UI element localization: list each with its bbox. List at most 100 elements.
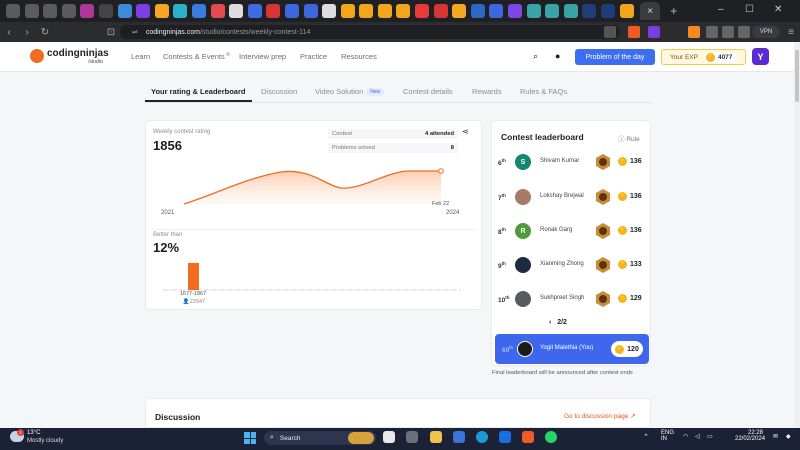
your-avatar[interactable]	[517, 341, 533, 357]
tab-rating-leaderboard[interactable]: Your rating & Leaderboard	[151, 87, 245, 96]
pinned-tab[interactable]	[117, 4, 132, 18]
share-icon[interactable]: ⋖	[462, 127, 469, 136]
pinned-tab[interactable]	[173, 4, 188, 18]
tab-rules-faqs[interactable]: Rules & FAQs	[520, 87, 567, 96]
pinned-tab[interactable]	[582, 4, 597, 18]
brave-browser-icon[interactable]	[522, 431, 534, 443]
extensions-icon[interactable]	[706, 26, 718, 38]
wallet-icon[interactable]	[738, 26, 750, 38]
user-avatar[interactable]: Y	[752, 48, 769, 65]
pinned-tab[interactable]	[433, 4, 448, 18]
url-field[interactable]: ⇌ codingninjas.com/studio/contests/weekl…	[120, 25, 620, 39]
pinned-tab[interactable]	[24, 4, 39, 18]
rule-link[interactable]: ⓘ Rule	[618, 133, 640, 143]
pinned-tab[interactable]	[43, 4, 58, 18]
leaderboard-row[interactable]: 8th R Ronak Garg ⚡ 136	[498, 221, 648, 241]
edge-icon[interactable]	[476, 431, 488, 443]
tab-rewards[interactable]: Rewards	[472, 87, 502, 96]
pinned-tab[interactable]	[526, 4, 541, 18]
go-to-discussion-link[interactable]: Go to discussion page ↗	[564, 412, 636, 420]
nav-resources[interactable]: Resources	[341, 52, 377, 61]
pinned-tab[interactable]	[210, 4, 225, 18]
pinned-tab[interactable]	[303, 4, 318, 18]
exp-badge[interactable]: Your EXP ⚡ 4077	[661, 49, 746, 65]
pinned-tab[interactable]	[284, 4, 299, 18]
user-bucket-bar[interactable]	[188, 263, 199, 290]
avatar[interactable]	[515, 291, 531, 307]
scrollbar-thumb[interactable]	[795, 50, 799, 102]
pinned-tab[interactable]	[191, 4, 206, 18]
search-icon[interactable]: ⌕	[533, 51, 538, 62]
pinned-tab[interactable]	[154, 4, 169, 18]
sidebar-icon[interactable]	[722, 26, 734, 38]
leaderboard-row[interactable]: 6th S Shivam Kumar ⚡ 136	[498, 152, 648, 172]
vscode-icon[interactable]	[499, 431, 511, 443]
tab-video-solution[interactable]: Video Solution New	[315, 87, 385, 96]
active-tab-close-icon[interactable]: ×	[640, 2, 661, 20]
pinned-tab[interactable]	[340, 4, 355, 18]
widgets-icon[interactable]	[406, 431, 418, 443]
pinned-tab[interactable]	[489, 4, 504, 18]
pinned-tab[interactable]	[98, 4, 113, 18]
pinned-tab[interactable]	[229, 4, 244, 18]
language-indicator[interactable]: ENG IN	[661, 430, 674, 442]
notification-icon[interactable]: ✉	[773, 433, 778, 440]
prev-page-icon[interactable]: ‹	[549, 319, 551, 326]
vpn-button[interactable]: VPN	[752, 26, 780, 38]
pinned-tab[interactable]	[415, 4, 430, 18]
window-minimize-icon[interactable]: –	[718, 4, 724, 15]
nav-learn[interactable]: Learn	[131, 52, 150, 61]
pinned-tab[interactable]	[61, 4, 76, 18]
share-icon[interactable]	[604, 26, 616, 38]
new-tab-button[interactable]: +	[670, 4, 677, 18]
clock[interactable]: 22:28 22/02/2024	[735, 430, 765, 442]
menu-icon[interactable]: ≡	[782, 27, 800, 38]
avatar[interactable]: S	[515, 154, 531, 170]
pinned-tab[interactable]	[80, 4, 95, 18]
tray-overflow-icon[interactable]: ⌃	[643, 433, 649, 441]
rating-last-point[interactable]	[438, 168, 444, 174]
problem-of-the-day-button[interactable]: Problem of the day	[575, 49, 655, 65]
your-rank-row[interactable]: 69th Yogit Malethia (You) ⚡ 120	[495, 334, 649, 364]
file-explorer-icon[interactable]	[430, 431, 442, 443]
battery-icon[interactable]: ▭	[707, 433, 713, 440]
logo-text[interactable]: codingninjas	[47, 48, 109, 59]
metamask-icon[interactable]	[688, 26, 700, 38]
nav-interview-prep[interactable]: Interview prep	[239, 52, 286, 61]
pinned-tab[interactable]	[136, 4, 151, 18]
pinned-tab[interactable]	[322, 4, 337, 18]
pinned-tab[interactable]	[6, 4, 20, 18]
whatsapp-icon[interactable]	[545, 431, 557, 443]
leaderboard-row[interactable]: 10th Sukhpreet Singh ⚡ 129	[498, 289, 648, 309]
pinned-tab[interactable]	[377, 4, 392, 18]
nav-contests-events[interactable]: Contests & Events	[163, 52, 230, 61]
pinned-tab[interactable]	[601, 4, 615, 18]
store-icon[interactable]	[453, 431, 465, 443]
windows-start-icon[interactable]	[244, 432, 256, 444]
tab-contest-details[interactable]: Contest details	[403, 87, 453, 96]
window-maximize-icon[interactable]: ☐	[745, 4, 754, 15]
avatar[interactable]	[515, 257, 531, 273]
volume-icon[interactable]: ◁	[695, 433, 700, 440]
pinned-tab[interactable]	[508, 4, 523, 18]
pinned-tab[interactable]	[470, 4, 485, 18]
wifi-icon[interactable]: ◠	[683, 433, 688, 440]
avatar[interactable]: R	[515, 223, 531, 239]
nav-practice[interactable]: Practice	[300, 52, 327, 61]
brave-rewards-icon[interactable]	[648, 26, 660, 38]
pinned-tab[interactable]	[247, 4, 262, 18]
notification-bell-icon[interactable]: ●	[555, 51, 560, 61]
pinned-tab[interactable]	[396, 4, 411, 18]
leaderboard-row[interactable]: 9th Xianming Zhong ⚡ 133	[498, 255, 648, 275]
reload-icon[interactable]: ↻	[36, 27, 54, 38]
pinned-tab[interactable]	[619, 4, 634, 18]
pinned-tab[interactable]	[452, 4, 467, 18]
task-view-icon[interactable]	[383, 431, 395, 443]
forward-icon[interactable]: ›	[18, 27, 36, 38]
pinned-tab[interactable]	[563, 4, 578, 18]
coding-ninjas-logo-icon[interactable]	[30, 49, 44, 63]
copilot-icon[interactable]: ◆	[786, 433, 791, 440]
avatar[interactable]	[515, 189, 531, 205]
pinned-tab[interactable]	[545, 4, 560, 18]
leaderboard-row[interactable]: 7th Lokshay Brejwal ⚡ 136	[498, 187, 648, 207]
